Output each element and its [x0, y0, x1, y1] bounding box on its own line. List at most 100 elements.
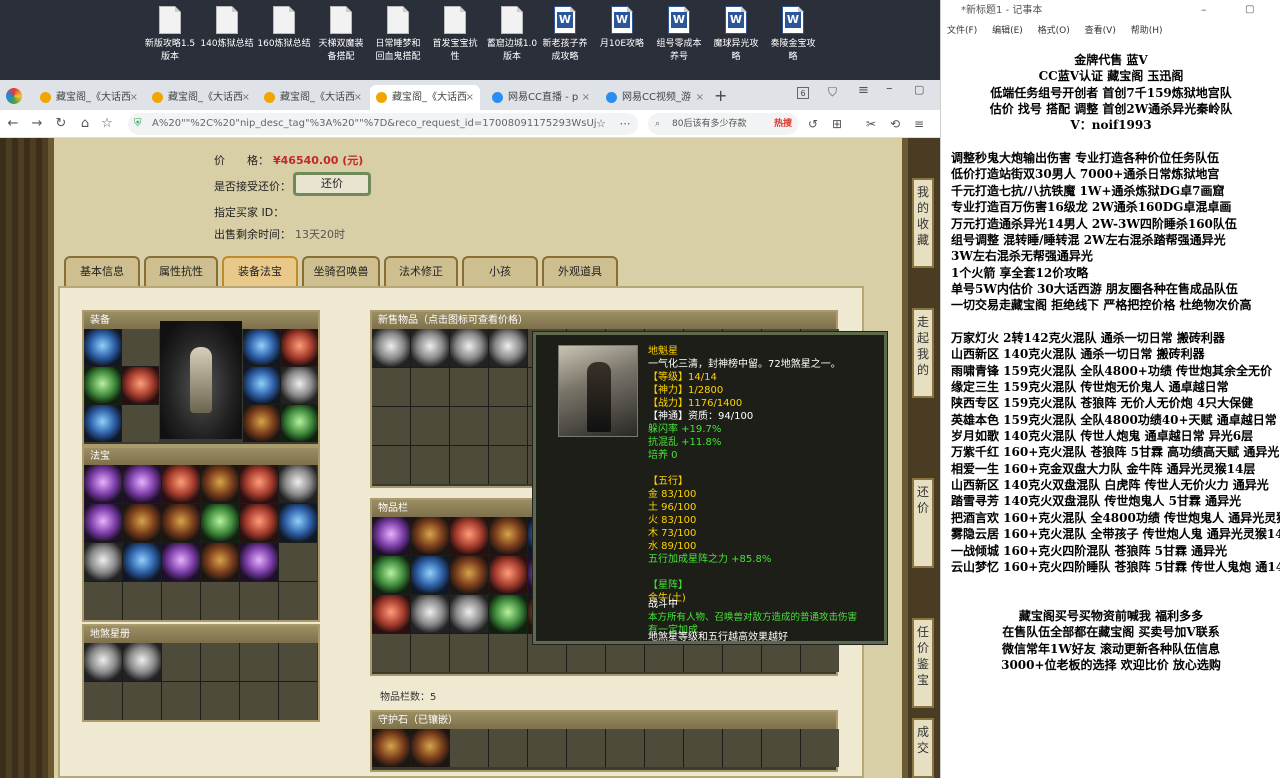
item-slot[interactable] [84, 643, 122, 681]
browser-tab-active[interactable]: 藏宝阁_《大话西 × [370, 85, 480, 110]
item-slot[interactable] [372, 634, 410, 672]
item-slot[interactable] [162, 504, 200, 542]
item-slot[interactable] [372, 729, 410, 767]
search-input[interactable]: ⌕ 80后该有多少存款 热搜 [648, 113, 798, 135]
desktop-word-icon[interactable]: W 组号零成本 养号 [651, 6, 707, 64]
item-slot[interactable] [240, 465, 278, 503]
item-slot[interactable] [489, 368, 527, 406]
browser-tab[interactable]: 藏宝阁_《大话西 × [146, 85, 256, 110]
appraise-button[interactable]: 任价鉴宝 [912, 618, 934, 708]
item-slot[interactable] [489, 729, 527, 767]
back-icon[interactable]: ← [4, 114, 22, 134]
item-slot[interactable] [201, 682, 239, 720]
item-slot[interactable] [372, 407, 410, 445]
desktop-file-icon[interactable]: 日常睡梦和 回血鬼搭配 [370, 6, 426, 64]
equip-slot[interactable] [281, 405, 318, 442]
item-slot[interactable] [240, 643, 278, 681]
scissors-icon[interactable]: ✂ [862, 114, 880, 134]
item-slot[interactable] [84, 682, 122, 720]
desktop-file-icon[interactable]: 天梯双魔装 备搭配 [313, 6, 369, 64]
item-slot[interactable] [279, 543, 317, 581]
tab-appearance[interactable]: 外观道具 [542, 256, 618, 286]
desktop-word-icon[interactable]: W 魔球异光攻 略 [708, 6, 764, 64]
item-slot[interactable] [489, 595, 527, 633]
item-slot[interactable] [372, 517, 410, 555]
tab-mounts-pets[interactable]: 坐骑召唤兽 [302, 256, 380, 286]
item-slot[interactable] [450, 729, 488, 767]
desktop-word-icon[interactable]: W 月10E攻略 [594, 6, 650, 51]
item-slot[interactable] [84, 504, 122, 542]
close-icon[interactable]: × [130, 85, 138, 110]
star-icon[interactable]: ☆ [592, 114, 610, 134]
equip-slot[interactable] [84, 329, 121, 366]
browser-tab[interactable]: 网易CC直播 - p × [486, 85, 596, 110]
equip-slot[interactable] [122, 367, 159, 404]
item-slot[interactable] [201, 504, 239, 542]
menu-view[interactable]: 查看(V) [1085, 26, 1116, 36]
item-slot[interactable] [411, 595, 449, 633]
tab-equipment[interactable]: 装备法宝 [222, 256, 298, 286]
item-slot[interactable] [372, 446, 410, 484]
home-icon[interactable]: ⌂ [76, 114, 94, 134]
item-slot[interactable] [240, 504, 278, 542]
item-slot[interactable] [201, 582, 239, 620]
desktop-file-icon[interactable]: 蓄窟边城1.0 版本 [484, 6, 540, 64]
item-slot[interactable] [606, 729, 644, 767]
item-slot[interactable] [489, 634, 527, 672]
item-slot[interactable] [372, 595, 410, 633]
desktop-word-icon[interactable]: W 新老孩子养 成攻略 [537, 6, 593, 64]
browser-menu-icon[interactable]: ≡ [910, 114, 928, 134]
item-slot[interactable] [450, 329, 488, 367]
item-slot[interactable] [279, 682, 317, 720]
counteroffer-button[interactable]: 还价 [293, 172, 371, 196]
tab-counter[interactable]: 6 [797, 87, 809, 99]
item-slot[interactable] [684, 729, 722, 767]
item-slot[interactable] [279, 465, 317, 503]
item-slot[interactable] [279, 643, 317, 681]
item-slot[interactable] [411, 407, 449, 445]
equip-slot[interactable] [122, 405, 159, 442]
item-slot[interactable] [411, 634, 449, 672]
item-slot[interactable] [450, 407, 488, 445]
item-slot[interactable] [372, 556, 410, 594]
item-slot[interactable] [801, 729, 839, 767]
tab-basic-info[interactable]: 基本信息 [64, 256, 140, 286]
forward-icon[interactable]: → [28, 114, 46, 134]
item-slot[interactable] [123, 682, 161, 720]
item-slot[interactable] [489, 556, 527, 594]
more-icon[interactable]: ⋯ [616, 114, 634, 134]
maximize-icon[interactable]: ▢ [1245, 4, 1254, 15]
item-slot[interactable] [201, 543, 239, 581]
close-icon[interactable]: × [582, 85, 590, 110]
item-slot[interactable] [411, 729, 449, 767]
item-slot[interactable] [411, 446, 449, 484]
close-icon[interactable]: × [696, 85, 704, 110]
shirt-icon[interactable]: ⛉ [828, 85, 837, 100]
item-slot[interactable] [162, 582, 200, 620]
equip-slot[interactable] [281, 329, 318, 366]
item-slot[interactable] [201, 643, 239, 681]
menu-icon[interactable]: ≡ [858, 83, 869, 98]
close-icon[interactable]: × [354, 85, 362, 110]
tab-child[interactable]: 小孩 [462, 256, 538, 286]
equip-slot[interactable] [281, 367, 318, 404]
item-slot[interactable] [411, 329, 449, 367]
close-icon[interactable]: × [466, 85, 474, 110]
desktop-file-icon[interactable]: 140炼狱总结 [199, 6, 255, 51]
item-slot[interactable] [450, 595, 488, 633]
item-slot[interactable] [240, 682, 278, 720]
browser-tab[interactable]: 藏宝阁_《大话西 × [34, 85, 144, 110]
item-slot[interactable] [450, 556, 488, 594]
item-slot[interactable] [240, 582, 278, 620]
collect-button[interactable]: 我的收藏 [912, 178, 934, 268]
item-slot[interactable] [450, 368, 488, 406]
item-slot[interactable] [450, 517, 488, 555]
equip-slot[interactable] [243, 329, 280, 366]
item-slot[interactable] [567, 729, 605, 767]
item-slot[interactable] [450, 634, 488, 672]
item-slot[interactable] [411, 556, 449, 594]
desktop-word-icon[interactable]: W 奏陵金宝攻 略 [765, 6, 821, 64]
browser-logo-icon[interactable] [6, 88, 22, 104]
refresh-icon[interactable]: ↺ [804, 114, 822, 134]
desktop-file-icon[interactable]: 首发宝宝抗 性 [427, 6, 483, 64]
